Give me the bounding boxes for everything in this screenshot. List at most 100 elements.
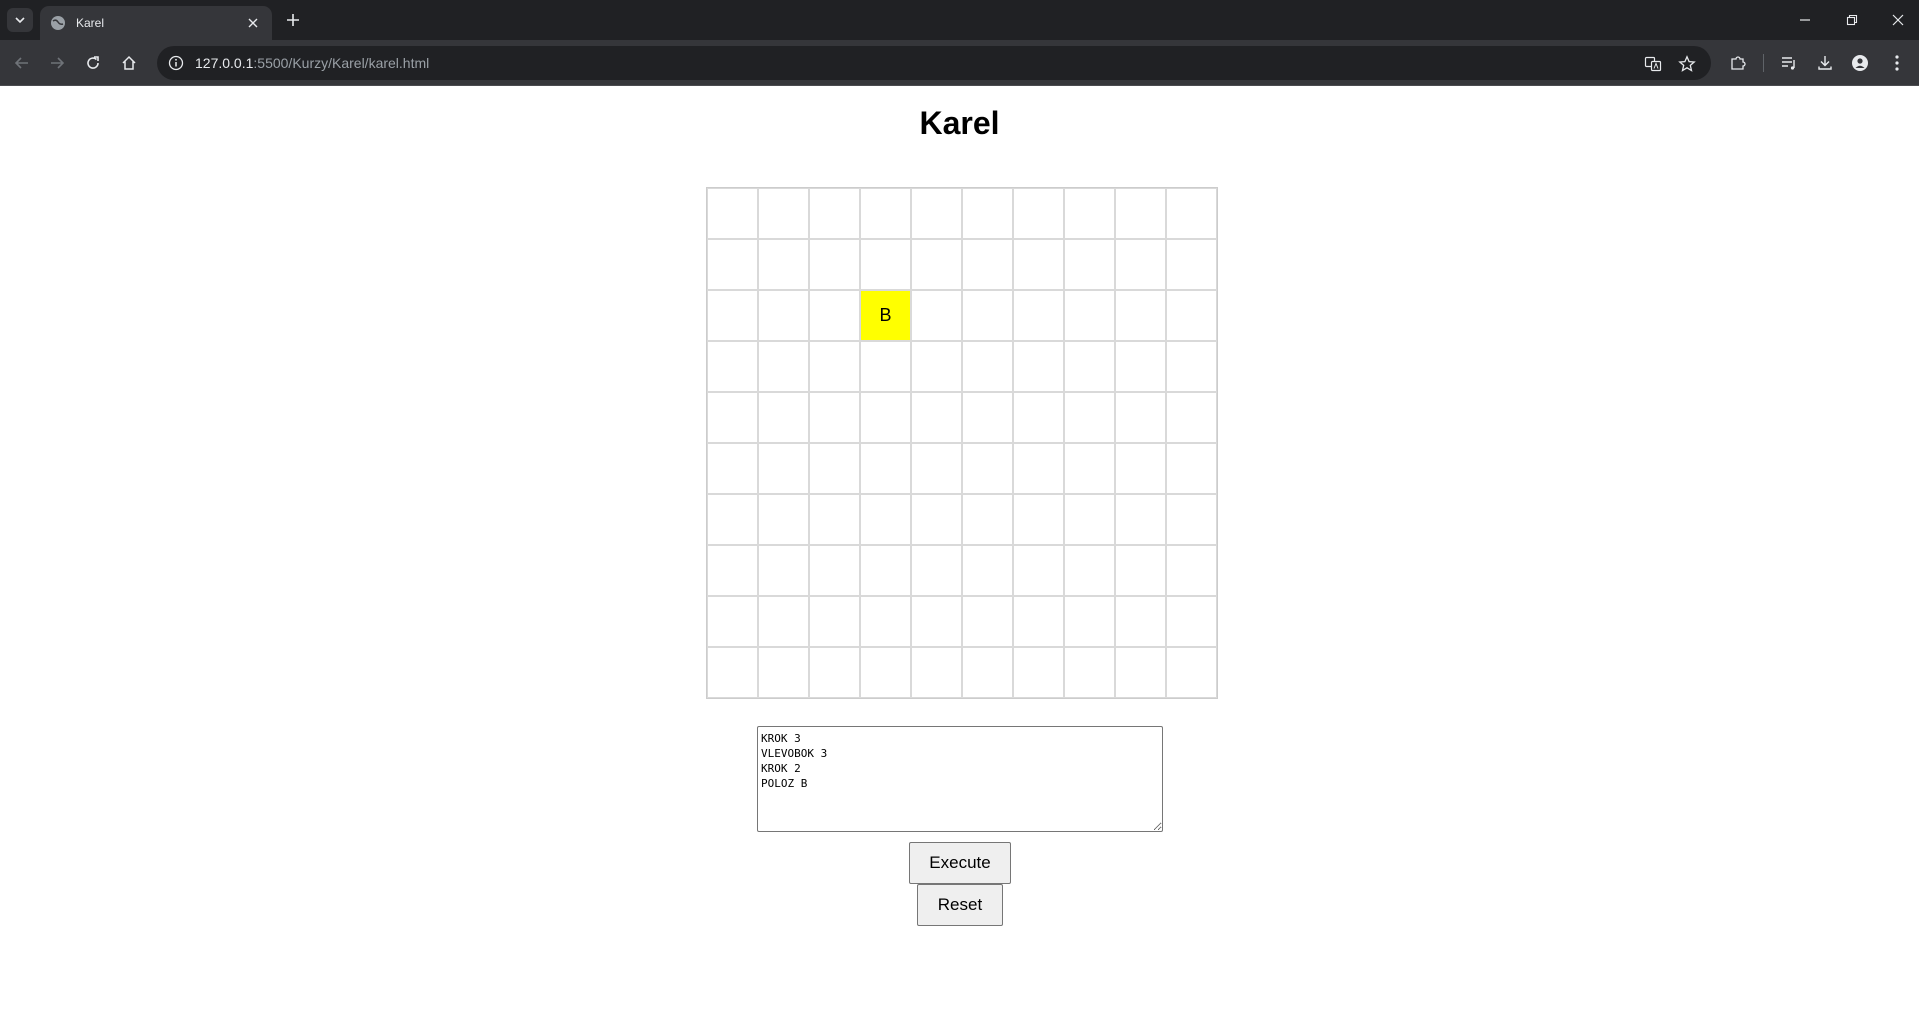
new-tab-button[interactable] — [282, 9, 304, 31]
grid-cell — [1064, 290, 1115, 341]
grid-cell — [962, 290, 1013, 341]
grid-cell — [809, 647, 860, 698]
grid-cell — [809, 494, 860, 545]
grid-cell — [1166, 596, 1217, 647]
media-control-button[interactable] — [1777, 51, 1801, 75]
chevron-down-icon — [15, 17, 25, 24]
address-url: 127.0.0.1:5500/Kurzy/Karel/karel.html — [195, 55, 429, 71]
grid-cell — [1115, 239, 1166, 290]
extensions-button[interactable] — [1726, 51, 1750, 75]
grid-cell — [860, 392, 911, 443]
grid-cell — [1166, 188, 1217, 239]
site-info-icon[interactable] — [167, 54, 185, 72]
grid-cell — [1013, 596, 1064, 647]
minimize-button[interactable] — [1790, 8, 1820, 32]
grid-cell — [860, 545, 911, 596]
grid-cell — [962, 188, 1013, 239]
bookmark-star-icon[interactable] — [1677, 54, 1697, 74]
grid-cell — [809, 392, 860, 443]
close-icon — [1892, 14, 1904, 26]
address-bar[interactable]: 127.0.0.1:5500/Kurzy/Karel/karel.html — [157, 46, 1711, 80]
back-button[interactable] — [10, 51, 34, 75]
address-path: :5500/Kurzy/Karel/karel.html — [253, 55, 430, 71]
restore-icon — [1846, 14, 1858, 26]
grid-cell — [1064, 647, 1115, 698]
grid-cell — [1115, 392, 1166, 443]
grid-cell — [1166, 392, 1217, 443]
address-host: 127.0.0.1 — [195, 55, 254, 71]
avatar-icon — [1852, 55, 1868, 71]
grid-cell — [1115, 545, 1166, 596]
grid-cell — [1115, 443, 1166, 494]
grid-cell — [707, 290, 758, 341]
grid-cell — [707, 647, 758, 698]
downloads-button[interactable] — [1813, 51, 1837, 75]
playlist-icon — [1782, 57, 1795, 70]
grid-cell — [911, 494, 962, 545]
arrow-right-icon — [51, 57, 65, 69]
grid-cell — [707, 596, 758, 647]
grid-cell — [962, 596, 1013, 647]
grid-cell — [1064, 188, 1115, 239]
grid-cell-marker: B — [860, 290, 911, 341]
grid-cell — [1064, 239, 1115, 290]
grid-cell — [911, 545, 962, 596]
grid-cell — [809, 188, 860, 239]
grid-cell — [1166, 545, 1217, 596]
grid-cell — [962, 494, 1013, 545]
grid-cell — [1064, 494, 1115, 545]
grid-cell — [1166, 494, 1217, 545]
profile-button[interactable] — [1848, 51, 1872, 75]
grid-cell — [1166, 239, 1217, 290]
grid-cell — [758, 290, 809, 341]
tab-search-button[interactable] — [7, 8, 33, 32]
grid-cell — [707, 341, 758, 392]
grid-cell — [1064, 443, 1115, 494]
tab-close-icon[interactable] — [244, 14, 262, 32]
grid-cell — [1013, 239, 1064, 290]
grid-cell — [707, 494, 758, 545]
grid-cell — [1166, 647, 1217, 698]
grid-cell — [860, 188, 911, 239]
grid-cell — [758, 239, 809, 290]
more-vertical-icon — [1895, 55, 1899, 71]
download-icon — [1818, 56, 1832, 70]
grid-cell — [707, 392, 758, 443]
grid-cell — [1115, 596, 1166, 647]
grid-cell — [911, 188, 962, 239]
grid-cell — [860, 239, 911, 290]
globe-icon — [51, 16, 65, 30]
restore-button[interactable] — [1837, 8, 1867, 32]
grid-cell — [1166, 290, 1217, 341]
grid-cell — [758, 494, 809, 545]
grid-cell — [962, 443, 1013, 494]
grid-cell — [1115, 647, 1166, 698]
menu-button[interactable] — [1885, 51, 1909, 75]
close-window-button[interactable] — [1883, 8, 1913, 32]
grid-cell — [1064, 596, 1115, 647]
reload-button[interactable] — [81, 51, 105, 75]
translate-icon[interactable] — [1643, 54, 1663, 74]
grid-cell — [758, 443, 809, 494]
grid-cell — [758, 545, 809, 596]
grid-cell — [1013, 290, 1064, 341]
grid-cell — [758, 647, 809, 698]
grid-cell — [860, 494, 911, 545]
arrow-left-icon — [14, 57, 28, 69]
grid-cell — [1013, 392, 1064, 443]
reset-button[interactable]: Reset — [917, 884, 1003, 926]
grid-cell — [911, 596, 962, 647]
grid-cell — [1013, 341, 1064, 392]
grid-cell — [1166, 341, 1217, 392]
grid-cell — [1064, 341, 1115, 392]
forward-button[interactable] — [45, 51, 69, 75]
home-button[interactable] — [117, 51, 141, 75]
grid-cell — [1013, 647, 1064, 698]
puzzle-icon — [1731, 56, 1746, 70]
commands-textarea[interactable] — [757, 726, 1163, 832]
browser-tab[interactable]: Karel — [40, 6, 272, 40]
grid-cell — [860, 443, 911, 494]
grid-cell — [962, 392, 1013, 443]
execute-button[interactable]: Execute — [909, 842, 1011, 884]
karel-grid: B — [706, 187, 1218, 699]
